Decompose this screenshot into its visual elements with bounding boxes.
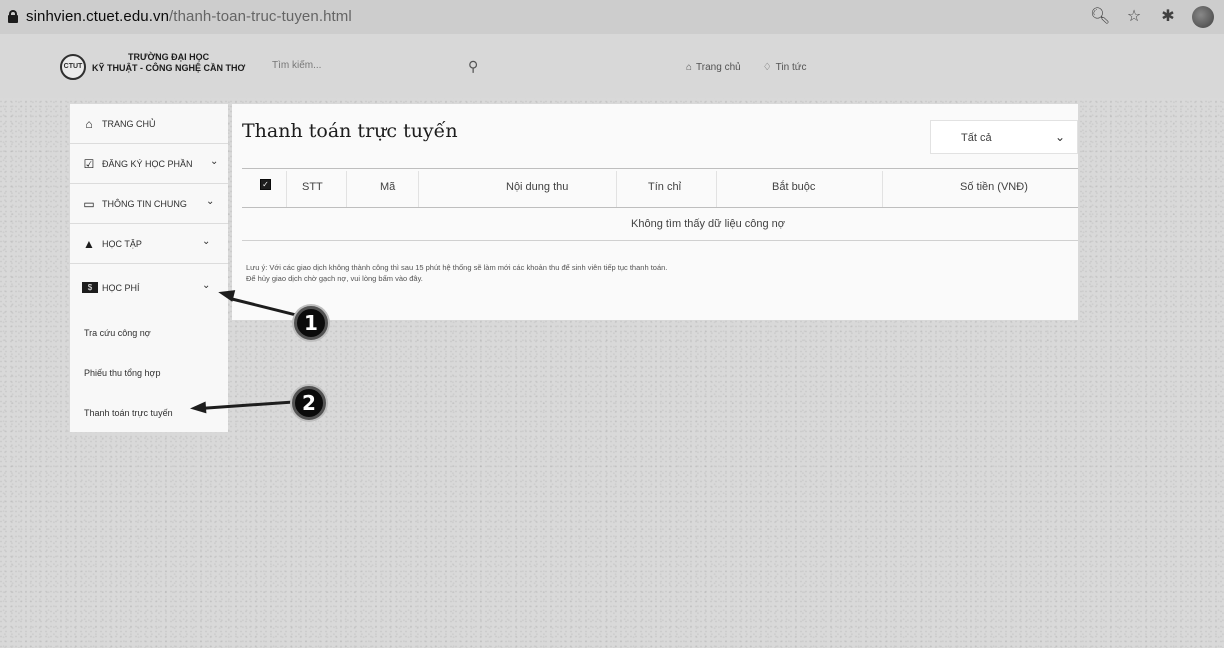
sidebar-subitem-receipts[interactable]: Phiếu thu tổng hợp	[84, 368, 160, 378]
search-icon[interactable]: ⚲	[468, 58, 478, 75]
select-all-checkbox[interactable]: ✓	[260, 179, 271, 190]
filter-select[interactable]: Tất cả ⌄	[930, 120, 1078, 154]
debt-table: ✓ STT Mã Nội dung thu Tín chỉ Bắt buộc S…	[242, 168, 1078, 242]
sidebar-subitem-online-payment[interactable]: Thanh toán trực tuyến	[84, 408, 173, 418]
payment-note: Lưu ý: Với các giao dịch không thành côn…	[246, 262, 1066, 284]
col-stt: STT	[302, 181, 323, 193]
col-amount: Số tiền (VNĐ)	[960, 181, 1028, 193]
sidebar-item-course-registration[interactable]: ☑ ĐĂNG KÝ HỌC PHẦN ⌄	[70, 144, 228, 184]
school-logo[interactable]: CTUT	[60, 54, 86, 80]
top-nav-home-label: Trang chủ	[696, 62, 741, 73]
main-panel: Thanh toán trực tuyến Tất cả ⌄ ✓ STT Mã …	[232, 104, 1078, 320]
profile-avatar[interactable]	[1192, 6, 1214, 28]
chevron-down-icon: ⌄	[1055, 130, 1066, 144]
sidebar-item-label: THÔNG TIN CHUNG	[102, 199, 187, 209]
annotation-badge-2: 2	[292, 386, 326, 420]
table-divider	[242, 240, 1078, 241]
lock-icon	[8, 10, 18, 23]
home-icon: ⌂	[85, 117, 93, 131]
checkbox-icon: ☑	[83, 157, 95, 171]
browser-toolbar-icons: 🔍︎ ☆ ✱	[1090, 6, 1214, 28]
top-nav: ⌂ Trang chủ ♢ Tin tức	[686, 62, 806, 73]
page-title: Thanh toán trực tuyến	[242, 120, 458, 142]
top-nav-news-label: Tin tức	[775, 62, 807, 73]
home-icon: ⌂	[686, 62, 693, 73]
table-header: ✓ STT Mã Nội dung thu Tín chỉ Bắt buộc S…	[242, 168, 1078, 208]
top-nav-home[interactable]: ⌂ Trang chủ	[686, 62, 741, 73]
chevron-down-icon: ⌄	[202, 236, 211, 247]
sidebar-item-general-info[interactable]: ▭ THÔNG TIN CHUNG ⌄	[70, 184, 228, 224]
sidebar-item-label: HỌC PHÍ	[102, 283, 140, 293]
bell-icon: ♢	[762, 62, 772, 73]
sidebar: ⌂ TRANG CHỦ ☑ ĐĂNG KÝ HỌC PHẦN ⌄ ▭ THÔNG…	[70, 104, 228, 432]
search-placeholder: Tìm kiếm...	[272, 60, 322, 71]
monitor-icon: ▭	[83, 197, 95, 211]
sidebar-subitem-debt-lookup[interactable]: Tra cứu công nợ	[84, 328, 151, 338]
search-input[interactable]: Tìm kiếm... ⚲	[272, 58, 492, 80]
sidebar-item-home[interactable]: ⌂ TRANG CHỦ	[70, 104, 228, 144]
sidebar-item-label: HỌC TẬP	[102, 239, 142, 249]
col-code: Mã	[380, 181, 396, 193]
chevron-down-icon: ⌄	[202, 280, 211, 291]
chevron-down-icon: ⌄	[206, 196, 215, 207]
note-line-1: Lưu ý: Với các giao dịch không thành côn…	[246, 263, 668, 272]
site-header: CTUT TRƯỜNG ĐẠI HỌC KỸ THUẬT - CÔNG NGHỆ…	[0, 34, 1224, 98]
zoom-icon[interactable]: 🔍︎	[1090, 7, 1110, 27]
star-icon[interactable]: ☆	[1124, 7, 1144, 27]
url-path: /thanh-toan-truc-tuyen.html	[169, 8, 352, 25]
empty-message: Không tìm thấy dữ liệu công nợ	[631, 218, 785, 230]
school-name-line1: TRƯỜNG ĐẠI HỌC	[128, 52, 210, 62]
filter-value: Tất cả	[961, 132, 992, 144]
col-content: Nội dung thu	[506, 181, 569, 193]
school-name-line2: KỸ THUẬT - CÔNG NGHỆ CẦN THƠ	[92, 63, 246, 73]
money-icon: $	[82, 282, 98, 293]
extensions-icon[interactable]: ✱	[1158, 7, 1178, 27]
arrow-head-icon	[189, 401, 207, 415]
url-domain: sinhvien.ctuet.edu.vn	[26, 8, 170, 25]
url-text[interactable]: sinhvien.ctuet.edu.vn/thanh-toan-truc-tu…	[26, 8, 352, 25]
sidebar-item-tuition[interactable]: $ HỌC PHÍ ⌄	[70, 268, 228, 308]
school-name: TRƯỜNG ĐẠI HỌC KỸ THUẬT - CÔNG NGHỆ CẦN …	[92, 52, 245, 74]
note-line-2[interactable]: Để hủy giao dịch chờ gạch nợ, vui lòng b…	[246, 273, 1066, 284]
top-nav-news[interactable]: ♢ Tin tức	[763, 62, 807, 73]
sidebar-item-study[interactable]: ▲ HỌC TẬP ⌄	[70, 224, 228, 264]
col-credits: Tín chỉ	[648, 181, 682, 193]
sidebar-item-label: ĐĂNG KÝ HỌC PHẦN	[102, 159, 193, 169]
chevron-down-icon: ⌄	[210, 156, 219, 167]
browser-url-bar[interactable]: sinhvien.ctuet.edu.vn/thanh-toan-truc-tu…	[0, 0, 1224, 34]
annotation-badge-1: 1	[294, 306, 328, 340]
sidebar-item-label: TRANG CHỦ	[102, 119, 156, 129]
graduation-cap-icon: ▲	[83, 237, 95, 251]
col-required: Bắt buộc	[772, 181, 816, 193]
